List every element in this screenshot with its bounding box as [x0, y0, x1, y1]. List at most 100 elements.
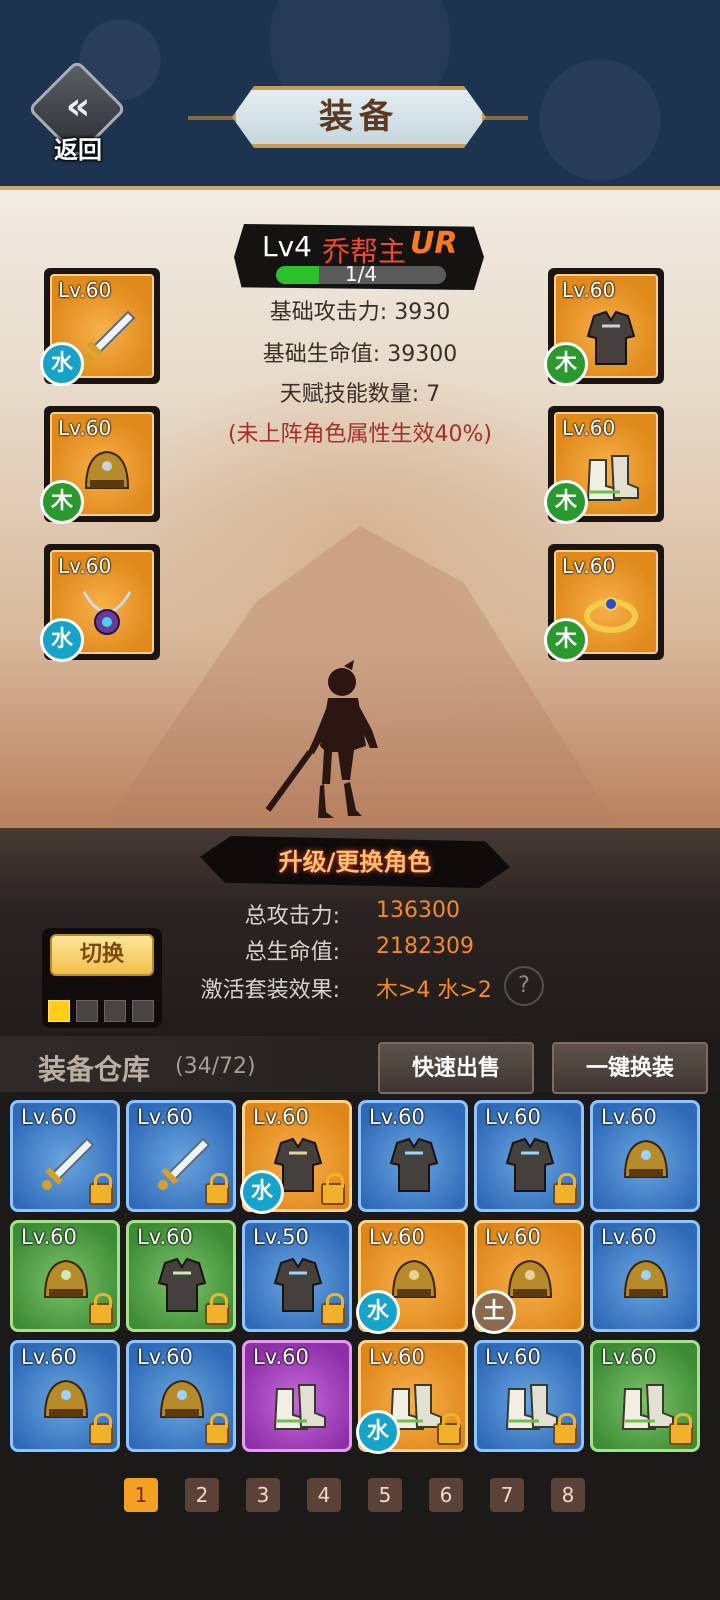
- helmet-icon: [615, 1133, 677, 1199]
- helmet-icon: [76, 444, 138, 506]
- inventory-item[interactable]: Lv.60: [126, 1100, 236, 1212]
- inventory-item-level: Lv.60: [369, 1225, 425, 1249]
- armor-icon: [383, 1133, 445, 1199]
- inventory-item[interactable]: Lv.60: [10, 1220, 120, 1332]
- element-badge-icon: 木: [544, 480, 588, 524]
- help-button[interactable]: ?: [504, 966, 544, 1006]
- equip-slot-level: Lv.60: [58, 278, 112, 302]
- inventory-item[interactable]: Lv.60: [126, 1220, 236, 1332]
- page-button-2[interactable]: 2: [185, 1478, 219, 1512]
- equip-slot-level: Lv.60: [58, 554, 112, 578]
- inventory-item-level: Lv.60: [601, 1105, 657, 1129]
- element-badge-icon: 木: [544, 342, 588, 386]
- page-button-5[interactable]: 5: [368, 1478, 402, 1512]
- back-arrow-icon: «: [65, 84, 91, 128]
- helmet-icon: [615, 1253, 677, 1319]
- necklace-icon: [76, 582, 138, 644]
- lock-icon: [669, 1413, 693, 1445]
- inventory-item-level: Lv.60: [137, 1345, 193, 1369]
- inventory-item[interactable]: Lv.60: [10, 1100, 120, 1212]
- element-badge-icon: 木: [544, 618, 588, 662]
- talent-count: 天赋技能数量: 7: [279, 382, 441, 407]
- inventory-item[interactable]: Lv.60: [590, 1100, 700, 1212]
- helmet-icon: [35, 1373, 97, 1439]
- page-button-3[interactable]: 3: [246, 1478, 280, 1512]
- helmet-icon: [35, 1253, 97, 1319]
- quick-sell-button[interactable]: 快速出售: [378, 1042, 534, 1094]
- set-effect-label: 激活套装效果:: [200, 978, 340, 1003]
- page-button-1[interactable]: 1: [124, 1478, 158, 1512]
- boots-icon: [267, 1373, 329, 1439]
- equip-slot-level: Lv.60: [562, 416, 616, 440]
- switch-page-dot[interactable]: [48, 1000, 70, 1022]
- one-click-equip-button[interactable]: 一键换装: [552, 1042, 708, 1094]
- set-effect-value: 木>4 水>2: [376, 978, 492, 1003]
- base-attack: 基础攻击力: 3930: [269, 300, 451, 325]
- inventory-item-level: Lv.60: [369, 1345, 425, 1369]
- lock-icon: [89, 1413, 113, 1445]
- sword-icon: [35, 1133, 97, 1199]
- inventory-item[interactable]: Lv.60: [358, 1100, 468, 1212]
- boots-icon: [580, 444, 642, 506]
- total-attack-label: 总攻击力:: [244, 904, 340, 929]
- inventory-item-level: Lv.50: [253, 1225, 309, 1249]
- inventory-item-level: Lv.60: [485, 1345, 541, 1369]
- inventory-item-level: Lv.60: [21, 1105, 77, 1129]
- lock-icon: [321, 1173, 345, 1205]
- inventory-item[interactable]: Lv.60: [242, 1340, 352, 1452]
- boots-icon: [499, 1373, 561, 1439]
- lock-icon: [205, 1413, 229, 1445]
- total-attack-value: 136300: [376, 898, 460, 923]
- armor-icon: [580, 306, 642, 368]
- helmet-icon: [151, 1373, 213, 1439]
- inventory-item[interactable]: Lv.60: [474, 1340, 584, 1452]
- switch-page-dot[interactable]: [104, 1000, 126, 1022]
- inventory-item-level: Lv.60: [485, 1225, 541, 1249]
- inventory-item-level: Lv.60: [21, 1345, 77, 1369]
- inventory-item[interactable]: Lv.60: [590, 1220, 700, 1332]
- switch-page-dot[interactable]: [76, 1000, 98, 1022]
- equip-slot-level: Lv.60: [562, 278, 616, 302]
- inventory-item[interactable]: Lv.60: [474, 1100, 584, 1212]
- inventory-item-level: Lv.60: [253, 1345, 309, 1369]
- upgrade-character-button[interactable]: 升级/更换角色: [200, 836, 510, 888]
- page-button-6[interactable]: 6: [429, 1478, 463, 1512]
- base-hp: 基础生命值: 39300: [262, 342, 458, 367]
- inventory-item[interactable]: Lv.60: [10, 1340, 120, 1452]
- inventory-item-level: Lv.60: [137, 1105, 193, 1129]
- inventory-item-level: Lv.60: [21, 1225, 77, 1249]
- back-button[interactable]: « 返回: [27, 59, 128, 166]
- boots-icon: [615, 1373, 677, 1439]
- page-button-8[interactable]: 8: [551, 1478, 585, 1512]
- switch-button[interactable]: 切换: [50, 934, 154, 976]
- armor-icon: [499, 1133, 561, 1199]
- back-label: 返回: [54, 136, 102, 164]
- page-title: 装备: [319, 97, 399, 137]
- warehouse-title: 装备仓库: [38, 1053, 151, 1086]
- lock-icon: [437, 1413, 461, 1445]
- lock-icon: [89, 1173, 113, 1205]
- inventory-item[interactable]: Lv.60: [126, 1340, 236, 1452]
- page-button-7[interactable]: 7: [490, 1478, 524, 1512]
- element-badge-icon: 水: [356, 1410, 400, 1454]
- character-rarity: UR: [410, 226, 458, 261]
- page-button-4[interactable]: 4: [307, 1478, 341, 1512]
- inactive-note: (未上阵角色属性生效40%): [227, 422, 493, 447]
- character-level: Lv4: [262, 230, 312, 263]
- armor-icon: [267, 1253, 329, 1319]
- inventory-item[interactable]: Lv.50: [242, 1220, 352, 1332]
- inventory-item[interactable]: Lv.60: [590, 1340, 700, 1452]
- inventory-item-level: Lv.60: [253, 1105, 309, 1129]
- element-badge-icon: 水: [40, 342, 84, 386]
- total-hp-value: 2182309: [376, 934, 474, 959]
- top-bar: « 返回 装备: [0, 0, 720, 190]
- element-badge-icon: 木: [40, 480, 84, 524]
- character-progress-text: 1/4: [344, 262, 378, 286]
- sword-icon: [76, 306, 138, 368]
- switch-page-dot[interactable]: [132, 1000, 154, 1022]
- element-badge-icon: 水: [356, 1290, 400, 1334]
- total-hp-label: 总生命值:: [244, 940, 340, 965]
- lock-icon: [553, 1173, 577, 1205]
- hero-silhouette: [265, 660, 378, 818]
- armor-icon: [151, 1253, 213, 1319]
